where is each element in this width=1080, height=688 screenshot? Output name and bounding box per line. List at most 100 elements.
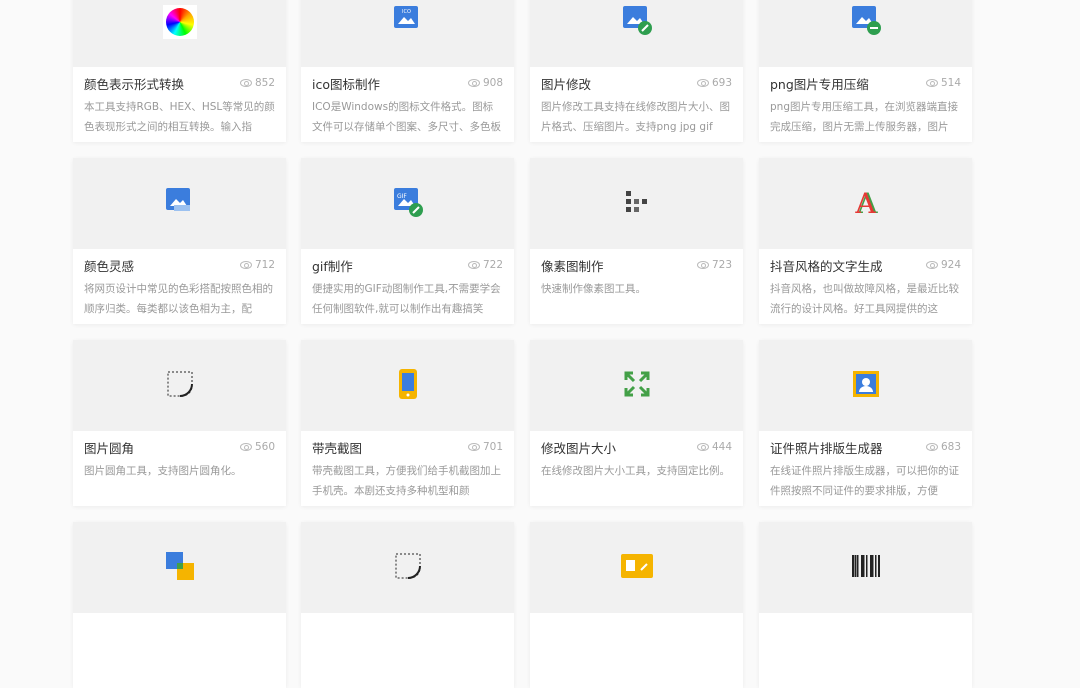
view-count-value: 560 — [255, 441, 275, 453]
tool-title[interactable]: 带壳截图 — [312, 438, 362, 457]
tool-thumbnail[interactable] — [759, 522, 972, 613]
pixel-icon — [626, 191, 648, 217]
tool-title[interactable]: 颜色表示形式转换 — [84, 74, 184, 93]
resize-icon — [623, 370, 651, 402]
tool-card[interactable]: ICOico图标制作908ICO是Windows的图标文件格式。图标文件可以存储… — [301, 0, 514, 142]
tool-card[interactable]: 证件照片排版生成器683在线证件照片排版生成器，可以把你的证件照按照不同证件的要… — [759, 340, 972, 506]
tool-title[interactable]: 修改图片大小 — [541, 438, 616, 457]
ico-image-icon: ICO — [392, 4, 424, 40]
view-count: 683 — [926, 441, 961, 453]
tool-description: 本工具支持RGB、HEX、HSL等常见的颜色表现形式之间的相互转换。输入指 — [84, 97, 275, 137]
tool-card[interactable]: A 抖音风格的文字生成 924 抖音风格，也叫做故障风格，是最近比较流行的设计风格。好… — [759, 158, 972, 324]
view-count: 908 — [468, 77, 503, 89]
image-palette-icon — [164, 186, 196, 222]
tool-description: png图片专用压缩工具，在浏览器端直接完成压缩，图片无需上传服务器，图片 — [770, 97, 961, 137]
eye-icon — [240, 443, 252, 451]
tool-thumbnail[interactable] — [530, 158, 743, 249]
tool-thumbnail[interactable] — [73, 340, 286, 431]
tool-title[interactable]: 抖音风格的文字生成 — [770, 256, 883, 275]
view-count-value: 852 — [255, 77, 275, 89]
id-card-icon — [621, 554, 653, 582]
tool-title[interactable]: 图片修改 — [541, 74, 591, 93]
tool-title[interactable]: 像素图制作 — [541, 256, 604, 275]
svg-text:ICO: ICO — [402, 9, 411, 15]
tool-card[interactable]: 修改图片大小 444 在线修改图片大小工具，支持固定比例。 — [530, 340, 743, 506]
color-wheel-icon — [163, 5, 197, 39]
view-count-value: 723 — [712, 259, 732, 271]
eye-icon — [697, 443, 709, 451]
view-count: 723 — [697, 259, 732, 271]
tool-thumbnail[interactable] — [301, 340, 514, 431]
tool-thumbnail[interactable] — [73, 522, 286, 613]
view-count-value: 514 — [941, 77, 961, 89]
tool-description: 带壳截图工具，方便我们给手机截图加上手机壳。本剧还支持多种机型和颜 — [312, 461, 503, 501]
view-count: 722 — [468, 259, 503, 271]
tool-card[interactable]: GIF gif制作 722 便捷实用的GIF动图制作工具,不需要学会任何制图软件,就可… — [301, 158, 514, 324]
view-count: 514 — [926, 77, 961, 89]
view-count: 712 — [240, 259, 275, 271]
view-count-value: 722 — [483, 259, 503, 271]
eye-icon — [240, 261, 252, 269]
tool-card[interactable]: 带壳截图701带壳截图工具，方便我们给手机截图加上手机壳。本剧还支持多种机型和颜 — [301, 340, 514, 506]
tool-title[interactable]: png图片专用压缩 — [770, 74, 869, 93]
tool-card[interactable]: 颜色表示形式转换 852 本工具支持RGB、HEX、HSL等常见的颜色表现形式之间的… — [73, 0, 286, 142]
tool-title[interactable]: gif制作 — [312, 256, 353, 275]
tool-thumbnail[interactable] — [759, 0, 972, 67]
eye-icon — [926, 261, 938, 269]
view-count: 924 — [926, 259, 961, 271]
tool-description — [84, 643, 275, 683]
view-count: 693 — [697, 77, 732, 89]
tool-thumbnail[interactable] — [530, 340, 743, 431]
tool-card[interactable] — [301, 522, 514, 688]
tool-description: 便捷实用的GIF动图制作工具,不需要学会任何制图软件,就可以制作出有趣搞笑 — [312, 279, 503, 319]
view-count: 852 — [240, 77, 275, 89]
tool-title[interactable]: 颜色灵感 — [84, 256, 134, 275]
eye-icon — [240, 79, 252, 87]
tool-thumbnail[interactable] — [530, 0, 743, 67]
phone-icon — [398, 368, 418, 404]
tool-thumbnail[interactable] — [301, 522, 514, 613]
view-count-value: 444 — [712, 441, 732, 453]
rounded-corner-icon — [394, 552, 422, 584]
tool-description: 图片圆角工具，支持图片圆角化。 — [84, 461, 275, 501]
eye-icon — [468, 79, 480, 87]
tool-description: 快速制作像素图工具。 — [541, 279, 732, 319]
rounded-corner-icon — [166, 370, 194, 402]
id-photo-icon — [852, 370, 880, 402]
tool-card[interactable] — [530, 522, 743, 688]
view-count-value: 908 — [483, 77, 503, 89]
eye-icon — [697, 79, 709, 87]
barcode-icon — [852, 555, 880, 581]
image-edit-icon — [621, 4, 653, 40]
tool-card[interactable]: png图片专用压缩 514 png图片专用压缩工具，在浏览器端直接完成压缩，图片无需… — [759, 0, 972, 142]
tool-thumbnail[interactable] — [73, 0, 286, 67]
eye-icon — [926, 443, 938, 451]
tool-description: 将网页设计中常见的色彩搭配按照色相的顺序归类。每类都以该色相为主，配 — [84, 279, 275, 319]
tool-card[interactable]: 图片圆角 560 图片圆角工具，支持图片圆角化。 — [73, 340, 286, 506]
view-count-value: 693 — [712, 77, 732, 89]
tool-description: 在线修改图片大小工具，支持固定比例。 — [541, 461, 732, 501]
tool-card[interactable] — [759, 522, 972, 688]
eye-icon — [926, 79, 938, 87]
eye-icon — [697, 261, 709, 269]
svg-text:GIF: GIF — [397, 193, 407, 200]
tool-thumbnail[interactable] — [73, 158, 286, 249]
tool-thumbnail[interactable]: A — [759, 158, 972, 249]
glitch-a-icon: A — [855, 187, 875, 220]
tool-title[interactable]: ico图标制作 — [312, 74, 380, 93]
tool-thumbnail[interactable] — [759, 340, 972, 431]
eye-icon — [468, 443, 480, 451]
tool-card[interactable]: 图片修改693图片修改工具支持在线修改图片大小、图片格式、压缩图片。支持png … — [530, 0, 743, 142]
tool-card[interactable]: 颜色灵感 712 将网页设计中常见的色彩搭配按照色相的顺序归类。每类都以该色相为主，… — [73, 158, 286, 324]
tool-thumbnail[interactable] — [530, 522, 743, 613]
tool-title[interactable]: 证件照片排版生成器 — [770, 438, 883, 457]
tool-title[interactable]: 图片圆角 — [84, 438, 134, 457]
view-count-value: 683 — [941, 441, 961, 453]
tool-card[interactable] — [73, 522, 286, 688]
tool-thumbnail[interactable]: GIF — [301, 158, 514, 249]
tool-thumbnail[interactable]: ICO — [301, 0, 514, 67]
view-count: 560 — [240, 441, 275, 453]
tool-card[interactable]: 像素图制作 723 快速制作像素图工具。 — [530, 158, 743, 324]
tool-description: 抖音风格，也叫做故障风格，是最近比较流行的设计风格。好工具网提供的这 — [770, 279, 961, 319]
view-count-value: 924 — [941, 259, 961, 271]
